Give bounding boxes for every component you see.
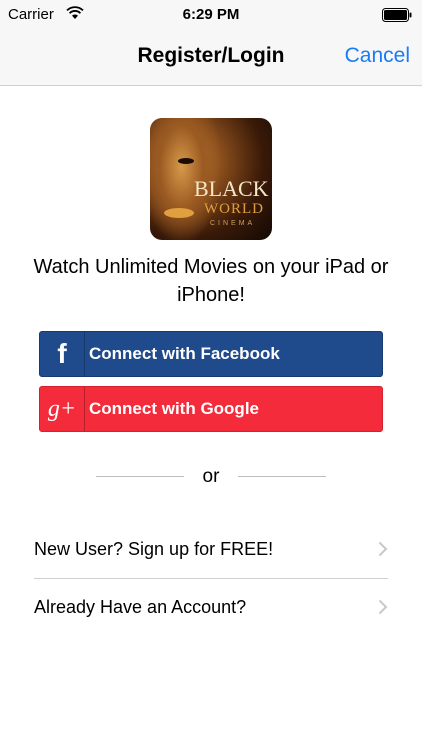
navigation-bar: Register/Login Cancel xyxy=(0,30,422,86)
battery-icon xyxy=(382,8,412,22)
login-row[interactable]: Already Have an Account? xyxy=(34,579,388,637)
signup-label: New User? Sign up for FREE! xyxy=(34,539,274,559)
logo-lips-art xyxy=(164,208,194,218)
connect-google-button[interactable]: g+ Connect with Google xyxy=(39,386,383,432)
status-bar: Carrier 6:29 PM xyxy=(0,0,422,30)
separator-line-right xyxy=(238,476,326,477)
connect-facebook-button[interactable]: f Connect with Facebook xyxy=(39,331,383,377)
or-separator: or xyxy=(202,466,220,487)
chevron-right-icon xyxy=(378,599,388,615)
signup-row[interactable]: New User? Sign up for FREE! xyxy=(34,521,388,579)
logo-text-cinema: CINEMA xyxy=(210,220,256,227)
logo-text-black: BLACK xyxy=(194,176,269,201)
login-label: Already Have an Account? xyxy=(34,597,247,617)
button-divider xyxy=(84,387,85,431)
facebook-button-label: Connect with Facebook xyxy=(89,344,280,363)
cancel-button[interactable]: Cancel xyxy=(345,44,410,68)
google-button-label: Connect with Google xyxy=(89,399,259,418)
facebook-f-icon: f xyxy=(57,338,67,369)
logo-eye-art xyxy=(178,158,194,164)
google-plus-icon: g+ xyxy=(47,395,77,422)
chevron-right-icon xyxy=(378,541,388,557)
app-logo: BLACK WORLD CINEMA xyxy=(150,118,272,240)
separator-line-left xyxy=(96,476,184,477)
button-divider xyxy=(84,332,85,376)
status-time: 6:29 PM xyxy=(182,6,240,23)
tagline: Watch Unlimited Movies on your iPad or i… xyxy=(33,256,389,306)
logo-text-world: WORLD xyxy=(204,201,264,217)
